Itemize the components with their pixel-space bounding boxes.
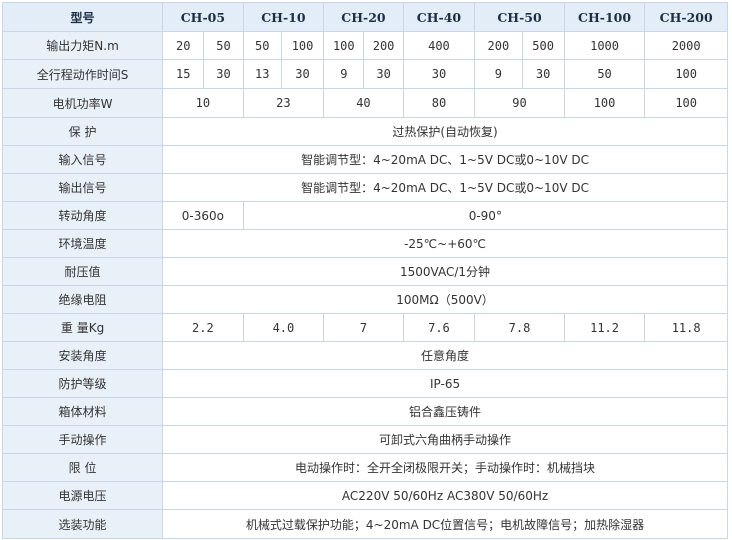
- table-cell: 4.0: [242, 313, 325, 342]
- table-cell: 11.2: [563, 313, 646, 342]
- table-cell: 0-360o: [162, 201, 244, 230]
- table-cell: 11.8: [644, 313, 728, 342]
- table-cell: IP-65: [162, 369, 728, 398]
- table-row-install-angle: 安装角度 任意角度: [1, 341, 728, 370]
- table-cell: 200: [363, 31, 404, 60]
- table-row-torque: 输出力矩N.m 20 50 50 100 100 200 400 200 500…: [1, 31, 728, 60]
- model-header-label: 型号: [1, 2, 164, 32]
- row-label: 电源电压: [1, 481, 164, 510]
- table-cell: 1500VAC/1分钟: [162, 257, 728, 286]
- table-cell: 15: [162, 59, 205, 89]
- table-cell: 2.2: [162, 313, 244, 342]
- table-cell: 500: [521, 31, 565, 60]
- table-cell: 100: [323, 31, 365, 60]
- table-cell: 智能调节型：4~20mA DC、1~5V DC或0~10V DC: [162, 173, 728, 202]
- table-row-limit: 限 位 电动操作时：全开全闭极限开关；手动操作时：机械挡块: [1, 453, 728, 482]
- model-ch-100: CH-100: [563, 2, 646, 32]
- table-row-protection: 保 护 过热保护(自动恢复): [1, 117, 728, 146]
- table-row-motor-power: 电机功率W 10 23 40 80 90 100 100: [1, 88, 728, 118]
- model-ch-40: CH-40: [402, 2, 476, 32]
- spec-table: 型号 CH-05 CH-10 CH-20 CH-40 CH-50 CH-100 …: [1, 2, 729, 539]
- table-cell: 100: [644, 59, 728, 89]
- row-label: 全行程动作时间S: [1, 59, 164, 89]
- table-cell: 铝合鑫压铸件: [162, 397, 728, 426]
- row-label: 输入信号: [1, 145, 164, 174]
- table-row-stroke-time: 全行程动作时间S 15 30 13 30 9 30 30 9 30 50 100: [1, 59, 728, 89]
- table-row-insulation: 绝缘电阻 100MΩ（500V）: [1, 285, 728, 314]
- row-label: 电机功率W: [1, 88, 164, 118]
- table-row-power-supply: 电源电压 AC220V 50/60Hz AC380V 50/60Hz: [1, 481, 728, 510]
- table-cell: 30: [203, 59, 244, 89]
- table-cell: 机械式过载保护功能；4~20mA DC位置信号；电机故障信号；加热除湿器: [162, 509, 728, 539]
- row-label: 输出力矩N.m: [1, 31, 164, 60]
- table-row-weight: 重 量Kg 2.2 4.0 7 7.6 7.8 11.2 11.8: [1, 313, 728, 342]
- table-cell: 50: [203, 31, 244, 60]
- table-cell: 30: [280, 59, 325, 89]
- table-cell: 30: [521, 59, 565, 89]
- model-ch-10: CH-10: [242, 2, 325, 32]
- table-row-model: 型号 CH-05 CH-10 CH-20 CH-40 CH-50 CH-100 …: [1, 2, 728, 32]
- table-row-ambient-temp: 环境温度 -25℃~+60℃: [1, 229, 728, 258]
- table-cell: 100: [280, 31, 325, 60]
- table-cell: 30: [402, 59, 476, 89]
- model-ch-200: CH-200: [644, 2, 728, 32]
- table-cell: 100: [563, 88, 646, 118]
- table-cell: 9: [323, 59, 365, 89]
- row-label: 箱体材料: [1, 397, 164, 426]
- table-cell: 200: [474, 31, 523, 60]
- table-cell: 1000: [563, 31, 646, 60]
- table-row-output-signal: 输出信号 智能调节型：4~20mA DC、1~5V DC或0~10V DC: [1, 173, 728, 202]
- table-cell: 2000: [644, 31, 728, 60]
- row-label: 输出信号: [1, 173, 164, 202]
- model-ch-50: CH-50: [474, 2, 565, 32]
- row-label: 选装功能: [1, 509, 164, 539]
- row-label: 手动操作: [1, 425, 164, 454]
- table-cell: 过热保护(自动恢复): [162, 117, 728, 146]
- table-row-options: 选装功能 机械式过载保护功能；4~20mA DC位置信号；电机故障信号；加热除湿…: [1, 509, 728, 539]
- model-ch-20: CH-20: [323, 2, 404, 32]
- row-label: 转动角度: [1, 201, 164, 230]
- table-cell: 7.8: [474, 313, 565, 342]
- row-label: 防护等级: [1, 369, 164, 398]
- model-ch-05: CH-05: [162, 2, 244, 32]
- table-row-manual-op: 手动操作 可卸式六角曲柄手动操作: [1, 425, 728, 454]
- table-cell: 7.6: [402, 313, 476, 342]
- table-cell: 30: [363, 59, 404, 89]
- table-cell: 90: [474, 88, 565, 118]
- table-cell: 10: [162, 88, 244, 118]
- table-cell: 50: [242, 31, 282, 60]
- row-label: 环境温度: [1, 229, 164, 258]
- table-cell: 80: [402, 88, 476, 118]
- table-cell: 任意角度: [162, 341, 728, 370]
- table-cell: 23: [242, 88, 325, 118]
- table-row-withstand-voltage: 耐压值 1500VAC/1分钟: [1, 257, 728, 286]
- table-cell: 9: [474, 59, 523, 89]
- table-cell: AC220V 50/60Hz AC380V 50/60Hz: [162, 481, 728, 510]
- table-row-input-signal: 输入信号 智能调节型：4~20mA DC、1~5V DC或0~10V DC: [1, 145, 728, 174]
- table-row-rotation-angle: 转动角度 0-360o 0-90°: [1, 201, 729, 230]
- table-cell: 可卸式六角曲柄手动操作: [162, 425, 728, 454]
- table-cell: -25℃~+60℃: [162, 229, 728, 258]
- table-cell: 400: [402, 31, 476, 60]
- table-cell: 20: [162, 31, 205, 60]
- table-row-ip-rating: 防护等级 IP-65: [1, 369, 728, 398]
- row-label: 限 位: [1, 453, 164, 482]
- table-cell: 40: [323, 88, 404, 118]
- table-row-housing: 箱体材料 铝合鑫压铸件: [1, 397, 728, 426]
- row-label: 保 护: [1, 117, 164, 146]
- table-cell: 50: [563, 59, 646, 89]
- table-cell: 0-90°: [242, 201, 729, 230]
- table-cell: 100MΩ（500V）: [162, 285, 728, 314]
- row-label: 绝缘电阻: [1, 285, 164, 314]
- table-cell: 100: [644, 88, 728, 118]
- table-cell: 电动操作时：全开全闭极限开关；手动操作时：机械挡块: [162, 453, 728, 482]
- table-cell: 智能调节型：4~20mA DC、1~5V DC或0~10V DC: [162, 145, 728, 174]
- row-label: 安装角度: [1, 341, 164, 370]
- row-label: 重 量Kg: [1, 313, 164, 342]
- table-cell: 13: [242, 59, 282, 89]
- table-cell: 7: [323, 313, 404, 342]
- row-label: 耐压值: [1, 257, 164, 286]
